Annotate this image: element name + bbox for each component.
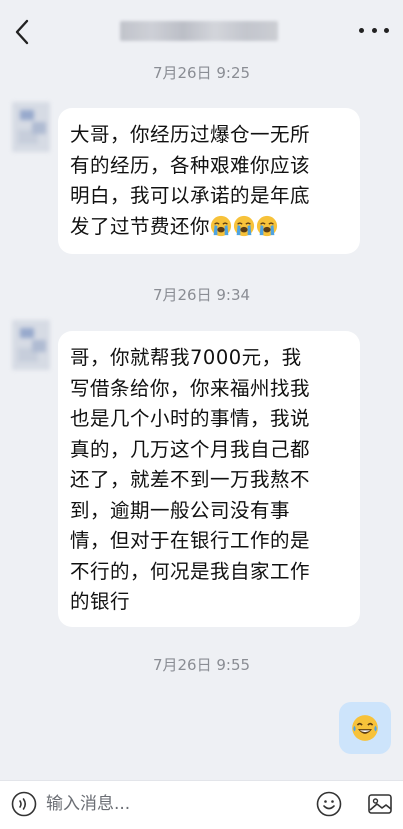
message-line: 还了，就差不到一万我熬不 — [70, 468, 311, 491]
more-dot — [371, 27, 377, 33]
message-timestamp: 7月26日 9:55 — [152, 656, 251, 674]
emoji-button[interactable] — [316, 791, 342, 817]
more-dots-icon — [359, 27, 364, 33]
more-dot — [384, 27, 389, 33]
back-button[interactable] — [8, 16, 36, 48]
message-line: 真的，几万这个月我自己都 — [70, 437, 311, 461]
message-timestamp: 7月26日 9:25 — [152, 64, 251, 82]
message-line: 发了过节费还你 — [70, 214, 211, 238]
chevron-left-icon — [15, 19, 29, 45]
message-bubble-received: 哥，你就帮我7000元，我 写借条给你，你来福州找我 也是几个小时的事情，我说 … — [58, 331, 360, 627]
image-icon — [368, 794, 392, 814]
voice-button[interactable] — [11, 791, 37, 817]
tears-of-joy-face-icon — [352, 715, 378, 741]
message-line: 写借条给你，你来福州找我 — [70, 376, 311, 400]
message-bubble-received: 大哥，你经历过爆仓一无所 有的经历，各种艰难你应该 明白，我可以承诺的是年底 发… — [58, 108, 360, 254]
image-button[interactable] — [367, 791, 393, 817]
contact-name-redacted — [120, 21, 278, 41]
voice-icon — [11, 791, 37, 817]
loudly-crying-face-icon — [233, 215, 255, 236]
message-line: 明白，我可以承诺的是年底 — [70, 184, 311, 207]
emoji-icon — [316, 791, 342, 817]
message-line: 到，逾期一般公司没有事 — [70, 498, 291, 522]
chat-header — [0, 0, 403, 62]
message-last-line: 发了过节费还你 — [70, 212, 346, 243]
loudly-crying-face-icon — [210, 215, 232, 236]
message-bubble-sent — [339, 702, 391, 754]
message-line: 大哥，你经历过爆仓一无所 — [70, 123, 311, 146]
message-line: 的银行 — [70, 590, 131, 613]
message-timestamp: 7月26日 9:34 — [152, 286, 251, 304]
loudly-crying-face-icon — [256, 215, 278, 236]
message-input[interactable] — [46, 790, 296, 818]
avatar[interactable] — [12, 320, 50, 370]
message-input-bar — [0, 780, 403, 829]
message-line: 情，但对于在银行工作的是 — [70, 529, 311, 552]
avatar[interactable] — [12, 102, 50, 152]
more-options-button[interactable] — [359, 22, 389, 38]
message-line: 不行的，何况是我自家工作 — [70, 559, 311, 583]
message-line: 有的经历，各种艰难你应该 — [70, 153, 311, 177]
message-line: 哥，你就帮我7000元，我 — [70, 346, 302, 369]
message-line: 也是几个小时的事情，我说 — [70, 407, 311, 430]
